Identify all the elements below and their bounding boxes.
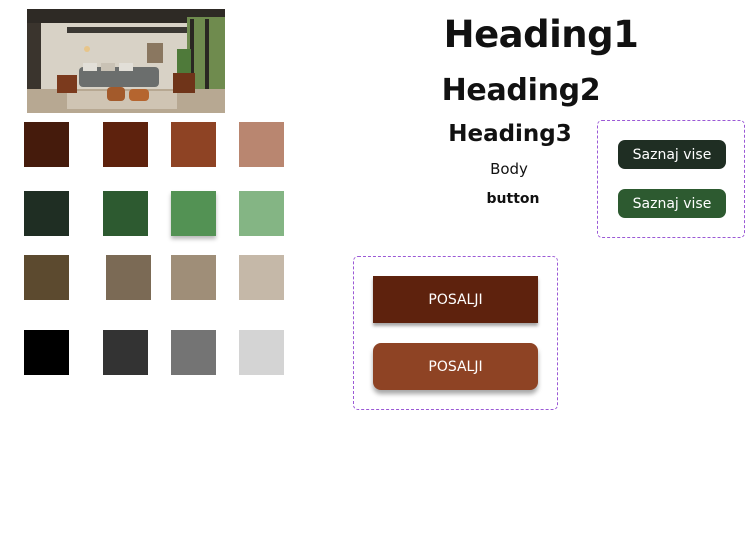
swatch-gray-2 [103, 330, 148, 375]
learn-more-button-green[interactable]: Saznaj vise [618, 189, 726, 218]
pill-button-variants: Saznaj vise Saznaj vise [597, 120, 745, 238]
swatch-green-4 [239, 191, 284, 236]
submit-button-variants: POSALJI POSALJI [353, 256, 558, 410]
swatch-gray-4 [239, 330, 284, 375]
swatch-taupe-3 [171, 255, 216, 300]
swatch-taupe-4 [239, 255, 284, 300]
swatch-green-2 [103, 191, 148, 236]
swatch-brown-1 [24, 122, 69, 167]
swatch-taupe-2 [106, 255, 151, 300]
swatch-brown-3 [171, 122, 216, 167]
swatch-gray-3 [171, 330, 216, 375]
swatch-brown-4 [239, 122, 284, 167]
heading2-sample: Heading2 [441, 73, 601, 108]
learn-more-button-dark[interactable]: Saznaj vise [618, 140, 726, 169]
heading1-sample: Heading1 [443, 13, 639, 56]
body-sample: Body [490, 160, 528, 178]
living-room-image [27, 9, 225, 113]
swatch-green-3 [171, 191, 216, 236]
button-text-sample: button [486, 191, 540, 207]
swatch-brown-2 [103, 122, 148, 167]
send-button-rounded[interactable]: POSALJI [373, 343, 538, 390]
swatch-green-1 [24, 191, 69, 236]
swatch-taupe-1 [24, 255, 69, 300]
swatch-gray-1 [24, 330, 69, 375]
send-button-square[interactable]: POSALJI [373, 276, 538, 323]
heading3-sample: Heading3 [448, 121, 572, 147]
